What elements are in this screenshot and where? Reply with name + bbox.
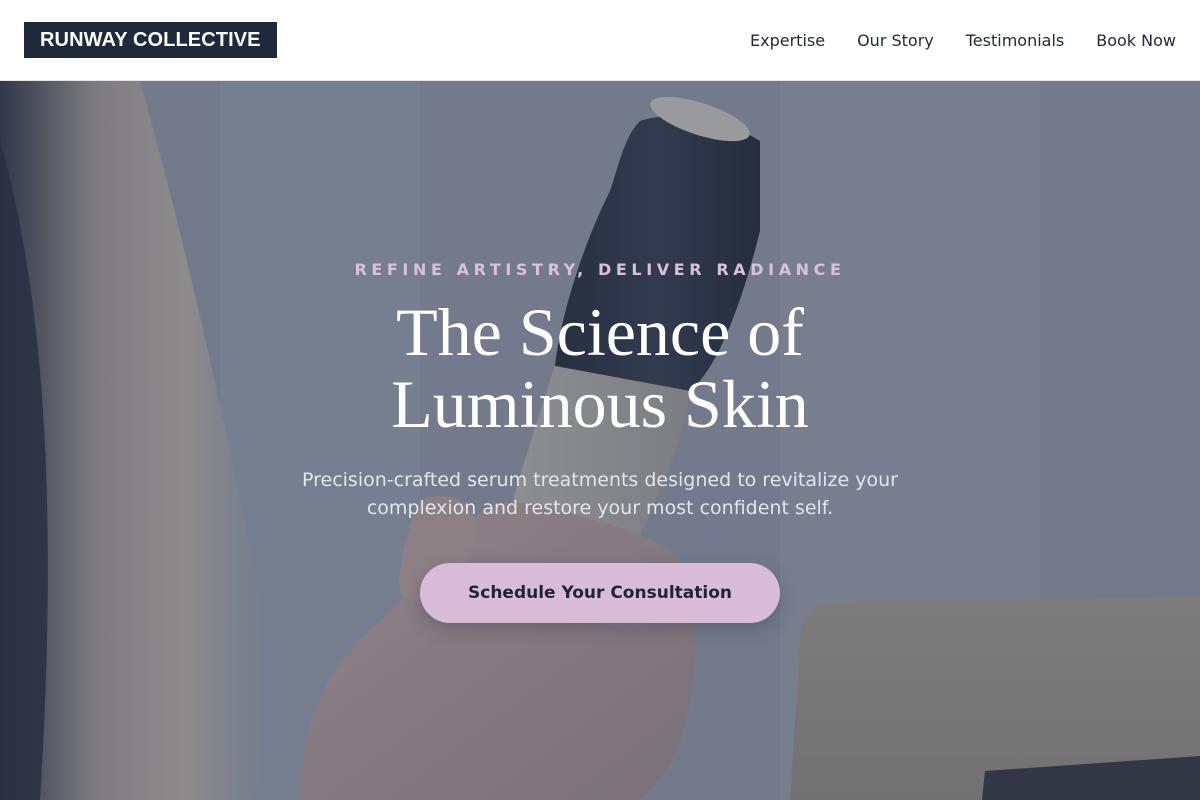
schedule-consultation-button[interactable]: Schedule Your Consultation xyxy=(420,563,780,623)
hero-eyebrow: REFINE ARTISTRY, DELIVER RADIANCE xyxy=(354,260,846,279)
brand-logo[interactable]: RUNWAY COLLECTIVE xyxy=(24,22,277,58)
nav-link-expertise[interactable]: Expertise xyxy=(750,31,825,50)
main-nav: Expertise Our Story Testimonials Book No… xyxy=(718,31,1176,50)
hero-title-line-2: Luminous Skin xyxy=(391,366,809,442)
nav-link-our-story[interactable]: Our Story xyxy=(857,31,934,50)
hero-title: The Science of Luminous Skin xyxy=(300,296,900,440)
hero-content: REFINE ARTISTRY, DELIVER RADIANCE The Sc… xyxy=(0,81,1200,800)
hero-title-line-1: The Science of xyxy=(396,294,804,370)
site-header: RUNWAY COLLECTIVE Expertise Our Story Te… xyxy=(0,0,1200,81)
hero-subtitle: Precision-crafted serum treatments desig… xyxy=(270,466,930,522)
nav-link-testimonials[interactable]: Testimonials xyxy=(966,31,1065,50)
hero-subtitle-line-1: Precision-crafted serum treatments desig… xyxy=(302,469,898,491)
hero-section: REFINE ARTISTRY, DELIVER RADIANCE The Sc… xyxy=(0,81,1200,800)
nav-link-book-now[interactable]: Book Now xyxy=(1096,31,1176,50)
hero-subtitle-line-2: complexion and restore your most confide… xyxy=(366,497,834,519)
